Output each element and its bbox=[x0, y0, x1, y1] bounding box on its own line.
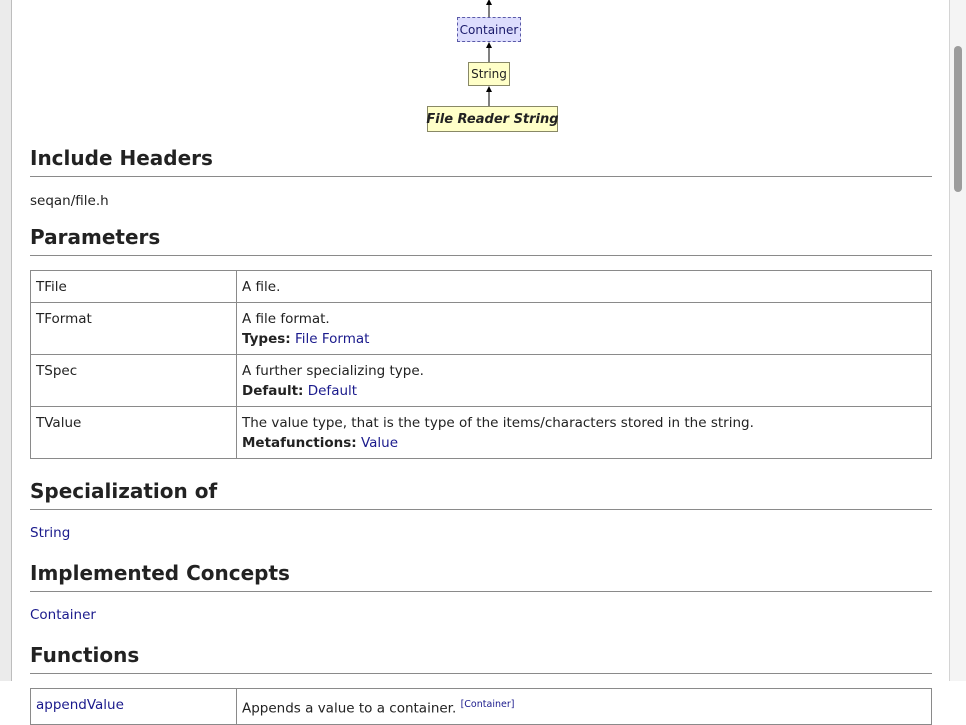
inheritance-diagram: Container String File Reader String bbox=[30, 0, 932, 140]
file-format-link[interactable]: File Format bbox=[295, 331, 369, 347]
table-row: TSpec A further specializing type. Defau… bbox=[30, 354, 932, 407]
param-desc-text: A file. bbox=[242, 279, 281, 295]
doc-content: Container String File Reader String Incl… bbox=[30, 0, 932, 725]
param-name: TFormat bbox=[30, 302, 237, 355]
param-name: TSpec bbox=[30, 354, 237, 407]
param-name: TValue bbox=[30, 406, 237, 459]
append-value-link[interactable]: appendValue bbox=[36, 697, 124, 713]
parameters-table: TFile A file. TFormat A file format. Typ… bbox=[30, 270, 932, 459]
param-desc: The value type, that is the type of the … bbox=[236, 406, 932, 459]
scrollbar-thumb[interactable] bbox=[954, 46, 962, 192]
table-row: TFile A file. bbox=[30, 270, 932, 303]
functions-heading: Functions bbox=[30, 643, 932, 674]
param-name: TFile bbox=[30, 270, 237, 303]
function-name-cell: appendValue bbox=[30, 688, 237, 725]
param-desc: A file. bbox=[236, 270, 932, 303]
table-row: TValue The value type, that is the type … bbox=[30, 406, 932, 459]
param-desc: A file format. Types: File Format bbox=[236, 302, 932, 355]
functions-table: appendValue Appends a value to a contain… bbox=[30, 688, 932, 725]
string-link[interactable]: String bbox=[30, 525, 70, 541]
param-extra-label: Types: bbox=[242, 331, 291, 347]
container-link[interactable]: Container bbox=[30, 607, 96, 623]
parameters-heading: Parameters bbox=[30, 225, 932, 256]
diagram-node-string[interactable]: String bbox=[468, 62, 510, 86]
value-link[interactable]: Value bbox=[361, 435, 398, 451]
include-header-value: seqan/file.h bbox=[30, 193, 109, 209]
param-desc: A further specializing type. Default: De… bbox=[236, 354, 932, 407]
diagram-node-container[interactable]: Container bbox=[457, 17, 521, 42]
param-desc-text: A file format. bbox=[242, 311, 330, 327]
function-desc-text: Appends a value to a container. bbox=[242, 700, 457, 717]
include-headers-heading: Include Headers bbox=[30, 146, 932, 177]
default-link[interactable]: Default bbox=[308, 383, 357, 399]
container-tag-link[interactable]: [Container] bbox=[461, 699, 515, 710]
diagram-node-current: File Reader String bbox=[426, 106, 559, 132]
specialization-heading: Specialization of bbox=[30, 479, 932, 510]
param-extra-label: Metafunctions: bbox=[242, 435, 357, 451]
table-row: appendValue Appends a value to a contain… bbox=[30, 688, 932, 725]
implemented-concepts-heading: Implemented Concepts bbox=[30, 561, 932, 592]
window-left-edge bbox=[0, 0, 12, 681]
param-desc-text: The value type, that is the type of the … bbox=[242, 415, 754, 431]
param-desc-text: A further specializing type. bbox=[242, 363, 424, 379]
function-desc: Appends a value to a container. [Contain… bbox=[236, 688, 932, 725]
param-extra-label: Default: bbox=[242, 383, 304, 399]
table-row: TFormat A file format. Types: File Forma… bbox=[30, 302, 932, 355]
